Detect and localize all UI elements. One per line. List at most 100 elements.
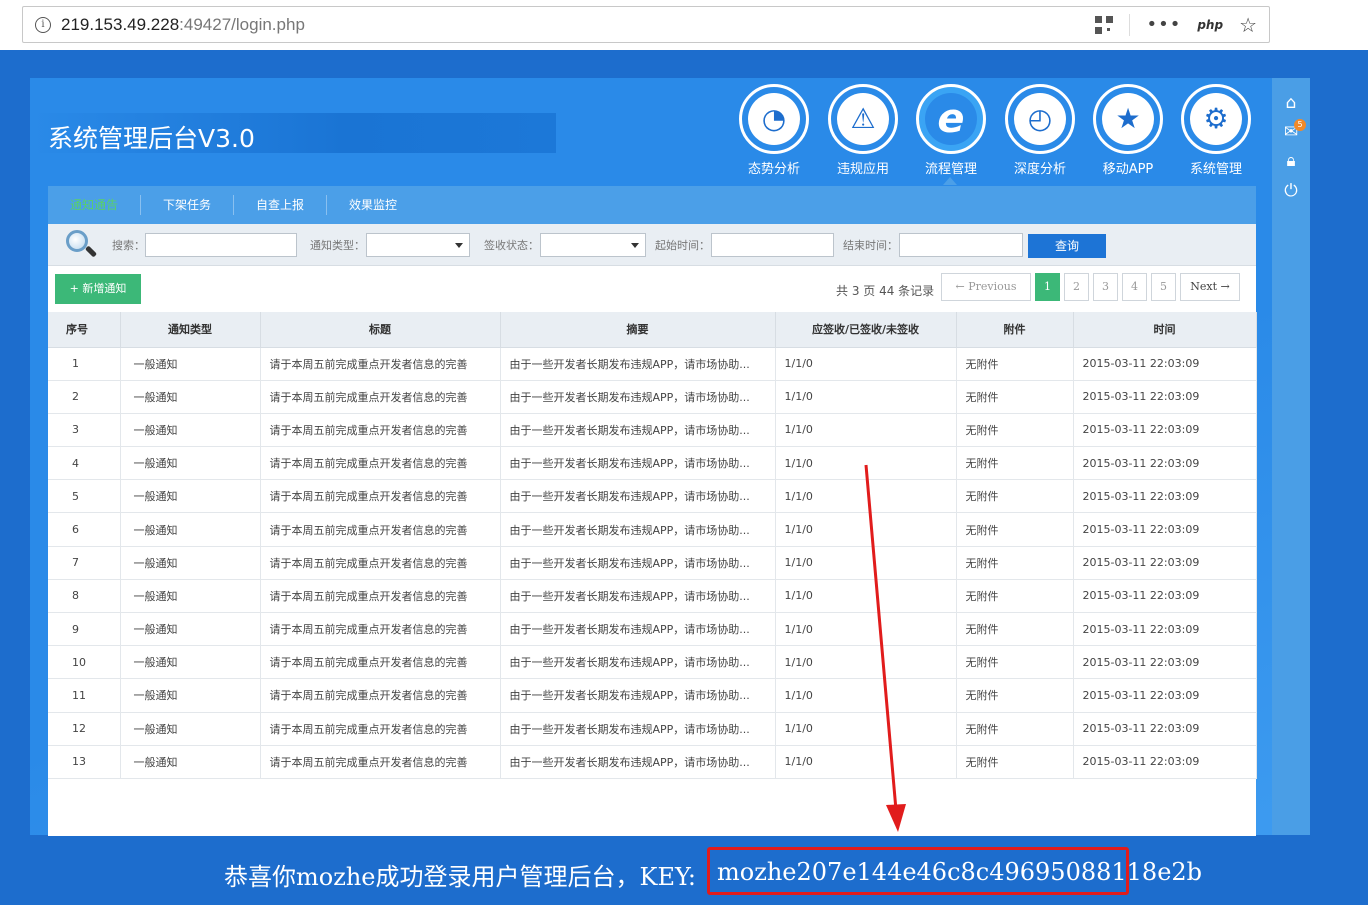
next-page-button[interactable]: Next → <box>1180 273 1240 301</box>
page-1[interactable]: 1 <box>1035 273 1060 301</box>
bookmark-star-icon[interactable]: ☆ <box>1239 15 1257 35</box>
table-row[interactable]: 13 一般通知 请于本周五前完成重点开发者信息的完善 由于一些开发者长期发布违规APP… <box>48 745 1257 779</box>
table-cell: 请于本周五前完成重点开发者信息的完善 <box>260 446 501 481</box>
table-row[interactable]: 7 一般通知 请于本周五前完成重点开发者信息的完善 由于一些开发者长期发布违规APP，… <box>48 546 1257 580</box>
table-cell: 10 <box>48 645 121 680</box>
table-cell: 2015-03-11 22:03:09 <box>1073 479 1257 514</box>
table-row[interactable]: 3 一般通知 请于本周五前完成重点开发者信息的完善 由于一些开发者长期发布违规APP，… <box>48 413 1257 448</box>
power-icon[interactable]: ⏻ <box>1280 180 1302 202</box>
table-cell: 一般通知 <box>120 446 261 481</box>
mail-count-badge: 5 <box>1294 119 1306 131</box>
table-cell: 由于一些开发者长期发布违规APP，请市场协助... <box>500 413 776 448</box>
table-cell: 一般通知 <box>120 645 261 680</box>
table-cell: 一般通知 <box>120 413 261 448</box>
table-cell: 由于一些开发者长期发布违规APP，请市场协助... <box>500 479 776 514</box>
module-label: 移动APP <box>1102 162 1154 177</box>
module-violation-apps[interactable]: ⚠ 违规应用 <box>827 84 899 177</box>
table-cell: 无附件 <box>956 512 1074 547</box>
table-cell: 请于本周五前完成重点开发者信息的完善 <box>260 512 501 547</box>
table-cell: 4 <box>48 446 121 481</box>
table-cell: 请于本周五前完成重点开发者信息的完善 <box>260 645 501 680</box>
page-4[interactable]: 4 <box>1122 273 1147 301</box>
lock-icon[interactable]: 🔒︎ <box>1280 150 1302 172</box>
add-notice-button[interactable]: + 新增通知 <box>55 274 141 304</box>
table-cell: 由于一些开发者长期发布违规APP，请市场协助... <box>500 645 776 680</box>
site-info-icon[interactable]: i <box>35 16 51 33</box>
table-row[interactable]: 12 一般通知 请于本周五前完成重点开发者信息的完善 由于一些开发者长期发布违规APP… <box>48 712 1257 746</box>
url-path: :49427/login.php <box>179 14 305 34</box>
address-bar[interactable]: i 219.153.49.228:49427/login.php ••• php… <box>22 6 1270 43</box>
table-cell: 无附件 <box>956 678 1074 713</box>
url-text[interactable]: 219.153.49.228:49427/login.php <box>61 15 305 35</box>
qr-code-icon[interactable] <box>1095 16 1114 34</box>
column-header: 摘要 <box>500 312 776 348</box>
table-cell: 由于一些开发者长期发布违规APP，请市场协助... <box>500 446 776 481</box>
php-extension-icon[interactable]: php <box>1197 18 1223 32</box>
module-label: 违规应用 <box>836 162 889 177</box>
home-icon[interactable]: ⌂ <box>1280 92 1302 114</box>
pie-chart-icon: ◔ <box>748 93 800 145</box>
status-select[interactable] <box>540 233 646 257</box>
tab-effect-monitoring[interactable]: 效果监控 <box>327 195 419 215</box>
search-icon <box>66 230 98 258</box>
table-row[interactable]: 1 一般通知 请于本周五前完成重点开发者信息的完善 由于一些开发者长期发布违规APP，… <box>48 347 1257 381</box>
pagination: ← Previous 1 2 3 4 5 Next → <box>941 273 1240 301</box>
active-module-caret <box>943 177 957 185</box>
tab-takedown-tasks[interactable]: 下架任务 <box>141 195 235 215</box>
key-value: mozhe207e144e46c8c49695088118e2b <box>717 858 1203 886</box>
table-cell: 由于一些开发者长期发布违规APP，请市场协助... <box>500 612 776 647</box>
table-cell: 由于一些开发者长期发布违规APP，请市场协助... <box>500 678 776 713</box>
column-header: 通知类型 <box>120 312 261 348</box>
module-label: 深度分析 <box>1013 162 1066 177</box>
page-2[interactable]: 2 <box>1064 273 1089 301</box>
table-cell: 2015-03-11 22:03:09 <box>1073 512 1257 547</box>
table-row[interactable]: 8 一般通知 请于本周五前完成重点开发者信息的完善 由于一些开发者长期发布违规APP，… <box>48 579 1257 614</box>
tab-notices[interactable]: 通知通告 <box>48 195 142 215</box>
end-time-input[interactable] <box>899 233 1023 257</box>
module-deep-analysis[interactable]: ◴ 深度分析 <box>1004 84 1076 177</box>
tab-self-report[interactable]: 自查上报 <box>234 195 328 215</box>
toolbar-divider <box>1129 14 1131 36</box>
table-cell: 无附件 <box>956 645 1074 680</box>
module-situation-analysis[interactable]: ◔ 态势分析 <box>738 84 810 177</box>
table-row[interactable]: 4 一般通知 请于本周五前完成重点开发者信息的完善 由于一些开发者长期发布违规APP，… <box>48 446 1257 481</box>
start-time-input[interactable] <box>711 233 834 257</box>
search-input[interactable] <box>145 233 297 257</box>
table-row[interactable]: 9 一般通知 请于本周五前完成重点开发者信息的完善 由于一些开发者长期发布违规APP，… <box>48 612 1257 647</box>
notice-table: 序号 通知类型 标题 摘要 应签收/已签收/未签收 附件 时间 1 一般通知 请于本… <box>48 312 1257 779</box>
start-time-label: 起始时间： <box>655 239 710 252</box>
module-process-management[interactable]: e 流程管理 <box>915 84 987 177</box>
query-button[interactable]: 查询 <box>1028 234 1106 258</box>
table-cell: 请于本周五前完成重点开发者信息的完善 <box>260 380 501 414</box>
table-cell: 无附件 <box>956 479 1074 514</box>
table-row[interactable]: 11 一般通知 请于本周五前完成重点开发者信息的完善 由于一些开发者长期发布违规APP… <box>48 678 1257 713</box>
url-host: 219.153.49.228 <box>61 14 180 34</box>
column-header: 附件 <box>956 312 1074 348</box>
type-select[interactable] <box>366 233 470 257</box>
table-cell: 6 <box>48 512 121 547</box>
table-header-row: 序号 通知类型 标题 摘要 应签收/已签收/未签收 附件 时间 <box>48 312 1257 348</box>
table-row[interactable]: 10 一般通知 请于本周五前完成重点开发者信息的完善 由于一些开发者长期发布违规APP… <box>48 645 1257 680</box>
module-mobile-app[interactable]: ★ 移动APP <box>1092 84 1164 177</box>
table-cell: 一般通知 <box>120 380 261 414</box>
type-label: 通知类型： <box>310 239 365 252</box>
module-system-management[interactable]: ⚙ 系统管理 <box>1180 84 1252 177</box>
prev-page-button[interactable]: ← Previous <box>941 273 1031 301</box>
table-cell: 请于本周五前完成重点开发者信息的完善 <box>260 579 501 614</box>
table-cell: 由于一些开发者长期发布违规APP，请市场协助... <box>500 546 776 580</box>
page-5[interactable]: 5 <box>1151 273 1176 301</box>
table-cell: 请于本周五前完成重点开发者信息的完善 <box>260 413 501 448</box>
table-cell: 由于一些开发者长期发布违规APP，请市场协助... <box>500 512 776 547</box>
page-3[interactable]: 3 <box>1093 273 1118 301</box>
table-cell: 1/1/0 <box>775 678 957 713</box>
table-row[interactable]: 6 一般通知 请于本周五前完成重点开发者信息的完善 由于一些开发者长期发布违规APP，… <box>48 512 1257 547</box>
table-cell: 无附件 <box>956 712 1074 746</box>
table-row[interactable]: 5 一般通知 请于本周五前完成重点开发者信息的完善 由于一些开发者长期发布违规APP，… <box>48 479 1257 514</box>
table-cell: 请于本周五前完成重点开发者信息的完善 <box>260 546 501 580</box>
column-header: 序号 <box>48 312 121 348</box>
gauge-icon: ◴ <box>1014 93 1066 145</box>
settings-window-icon: ⚙ <box>1190 93 1242 145</box>
more-actions-icon[interactable]: ••• <box>1146 16 1181 34</box>
table-cell: 1/1/0 <box>775 645 957 680</box>
table-row[interactable]: 2 一般通知 请于本周五前完成重点开发者信息的完善 由于一些开发者长期发布违规APP，… <box>48 380 1257 414</box>
